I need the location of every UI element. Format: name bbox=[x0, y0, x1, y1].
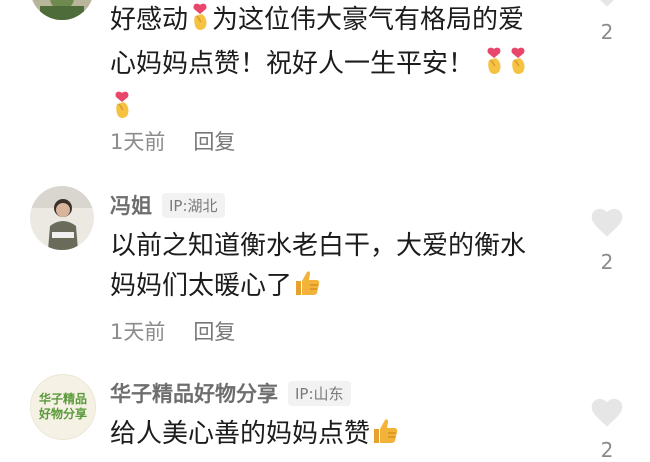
avatar-badge-line: 好物分享 bbox=[38, 407, 87, 421]
heart-icon bbox=[599, 0, 615, 7]
avatar[interactable] bbox=[30, 0, 94, 20]
avatar[interactable] bbox=[30, 186, 94, 250]
comment-text-part: 以前之知道衡水老白干，大爱的衡水 bbox=[110, 231, 527, 261]
comment-text-part: 给人美心善的妈妈点赞 bbox=[110, 419, 371, 449]
comment-meta: 1天前 回复 bbox=[110, 316, 235, 346]
reply-button[interactable]: 回复 bbox=[193, 320, 235, 344]
finger-heart-emoji-icon bbox=[482, 46, 506, 88]
comment-header: 华子精品好物分享 IP:山东 bbox=[110, 378, 351, 408]
comment-time: 1天前 bbox=[110, 320, 166, 344]
comment-text-part: 心妈妈点赞！祝好人一生平安！ bbox=[110, 49, 475, 79]
comment-text: 给人美心善的妈妈点赞 bbox=[110, 414, 580, 458]
comment-header: 冯姐 IP:湖北 bbox=[110, 190, 225, 220]
avatar-photo bbox=[30, 186, 94, 250]
finger-heart-emoji-icon bbox=[188, 2, 212, 44]
comment-text-part: 妈妈们太暖心了 bbox=[110, 271, 293, 301]
thumbs-up-emoji-icon bbox=[370, 416, 400, 458]
like-count: 2 bbox=[600, 438, 614, 462]
comment-text-part: 为这位伟大豪气有格局的爱 bbox=[212, 5, 525, 35]
finger-heart-emoji-icon bbox=[506, 46, 530, 88]
username[interactable]: 冯姐 bbox=[110, 190, 152, 220]
comment-time: 1天前 bbox=[110, 130, 166, 154]
like-button[interactable]: 2 bbox=[588, 396, 626, 462]
comment-text: 以前之知道衡水老白干，大爱的衡水 妈妈们太暖心了 bbox=[110, 226, 580, 310]
like-button[interactable]: 2 bbox=[588, 206, 626, 274]
avatar-badge-line: 华子精品 bbox=[38, 392, 87, 406]
avatar[interactable]: 华子精品 好物分享 bbox=[30, 374, 96, 440]
heart-icon bbox=[591, 398, 623, 427]
avatar-badge-text: 华子精品 好物分享 bbox=[31, 375, 95, 439]
like-count: 2 bbox=[600, 250, 614, 274]
ip-location-badge: IP:山东 bbox=[288, 380, 351, 406]
avatar-photo bbox=[30, 0, 94, 20]
like-button[interactable]: 2 bbox=[588, 0, 626, 44]
username[interactable]: 华子精品好物分享 bbox=[110, 378, 278, 408]
comment-text-part: 好感动 bbox=[110, 5, 189, 35]
like-count: 2 bbox=[600, 20, 614, 44]
comment-text: 好感动 为这位伟大豪气有格局的爱 心妈妈点赞！祝好人一生平安！ bbox=[110, 0, 580, 132]
thumbs-up-emoji-icon bbox=[292, 268, 322, 310]
heart-icon bbox=[591, 208, 623, 237]
reply-button[interactable]: 回复 bbox=[193, 130, 235, 154]
comment-meta: 1天前 回复 bbox=[110, 126, 235, 156]
ip-location-badge: IP:湖北 bbox=[162, 192, 225, 218]
